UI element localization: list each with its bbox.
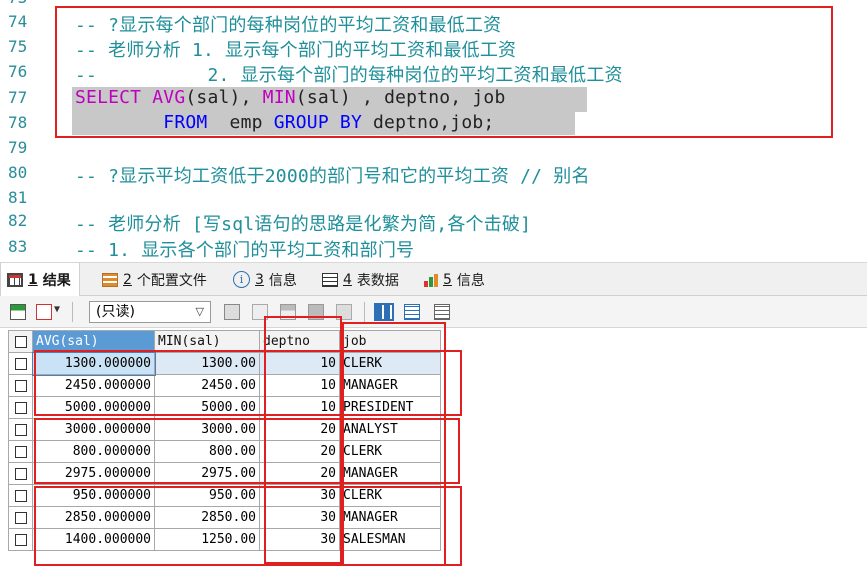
info-icon: i (233, 271, 250, 288)
editor-line-83: 83 -- 1. 显示各个部门的平均工资和部门号 (0, 235, 867, 261)
tab-info[interactable]: i 3 信息 (233, 263, 297, 296)
select-all-checkbox[interactable] (8, 330, 33, 353)
editor-line-81: 81 (0, 186, 867, 211)
line-number: 83 (8, 237, 28, 256)
row-checkbox[interactable] (8, 528, 33, 551)
annotation-box-dept30 (34, 486, 462, 566)
row-checkbox[interactable] (8, 374, 33, 397)
sql-editor[interactable]: 73 74 -- ?显示每个部门的每种岗位的平均工资和最低工资 75 -- 老师… (0, 0, 867, 262)
result-tabs: 1 结果 2 个配置文件 i 3 信息 4 表数据 5 信息 (0, 262, 867, 297)
editor-line-82: 82 -- 老师分析 [写sql语句的思路是化繁为简,各个击破] (0, 209, 867, 235)
line-number: 81 (8, 188, 28, 207)
form-view-icon[interactable] (404, 304, 420, 320)
tab-profile[interactable]: 2 个配置文件 (102, 263, 207, 296)
line-number: 73 (8, 0, 38, 7)
annotation-box-editor (55, 6, 833, 138)
mode-select[interactable]: (只读) ▽ (89, 301, 211, 323)
line-number: 78 (8, 113, 28, 132)
sql-comment: -- 老师分析 [写sql语句的思路是化繁为简,各个击破] (75, 214, 532, 235)
line-number: 77 (8, 88, 28, 107)
toolbar-divider (72, 302, 73, 322)
grid-icon (7, 273, 23, 287)
line-number: 75 (8, 37, 28, 56)
line-number: 76 (8, 62, 28, 81)
row-checkbox[interactable] (8, 352, 33, 375)
tab-info-2[interactable]: 5 信息 (424, 263, 485, 296)
chevron-down-icon: ▽ (195, 305, 204, 318)
profile-chart-icon (102, 272, 118, 287)
line-number: 80 (8, 163, 28, 182)
row-checkbox[interactable] (8, 396, 33, 419)
refresh-icon[interactable] (224, 304, 240, 320)
editor-line-80: 80 -- ?显示平均工资低于2000的部门号和它的平均工资 // 别名 (0, 161, 867, 187)
editor-line-79: 79 (0, 136, 867, 161)
row-checkbox[interactable] (8, 506, 33, 529)
tab-result[interactable]: 1 结果 (0, 263, 80, 297)
line-number: 82 (8, 211, 28, 230)
annotation-box-dept20 (34, 418, 460, 484)
export-icon[interactable] (10, 304, 26, 320)
sql-comment: -- ?显示平均工资低于2000的部门号和它的平均工资 // 别名 (75, 166, 590, 187)
toolbar-divider (364, 302, 365, 322)
annotation-box-dept10 (34, 350, 462, 416)
result-grid: AVG(sal) MIN(sal) deptno job 1300.000000… (0, 316, 867, 580)
line-number: 79 (8, 138, 28, 157)
row-checkbox[interactable] (8, 462, 33, 485)
table-icon (322, 272, 338, 287)
row-checkbox[interactable] (8, 484, 33, 507)
bar-chart-icon (424, 273, 438, 287)
insert-row-icon[interactable] (36, 304, 52, 320)
line-number: 74 (8, 12, 28, 31)
grid-view-icon[interactable] (374, 303, 394, 321)
row-checkbox[interactable] (8, 440, 33, 463)
sql-comment: -- 1. 显示各个部门的平均工资和部门号 (75, 240, 415, 261)
row-checkbox[interactable] (8, 418, 33, 441)
tab-table-data[interactable]: 4 表数据 (322, 263, 399, 296)
text-view-icon[interactable] (434, 304, 450, 320)
chevron-down-icon[interactable]: ▼ (54, 304, 60, 315)
